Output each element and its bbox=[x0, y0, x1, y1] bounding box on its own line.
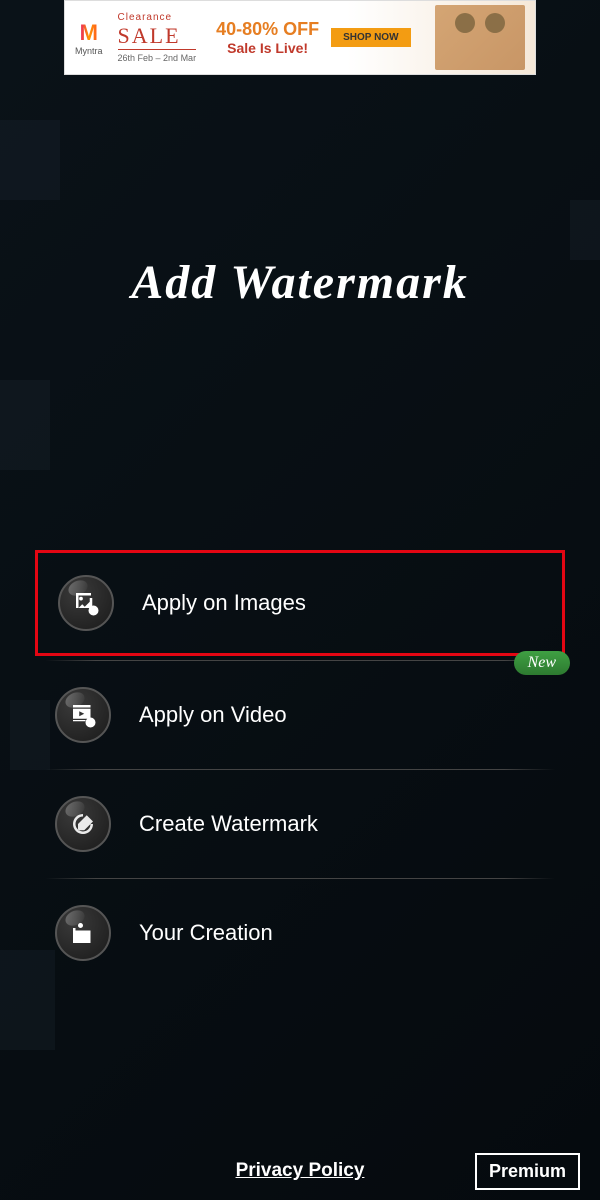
images-check-icon bbox=[58, 575, 114, 631]
app-title: Add Watermark bbox=[20, 255, 580, 310]
watermark-pencil-icon bbox=[55, 796, 111, 852]
ad-brand-logo: M Myntra bbox=[75, 20, 103, 56]
menu-apply-on-video[interactable]: New Apply on Video bbox=[45, 665, 555, 765]
menu-your-creation[interactable]: Your Creation bbox=[45, 883, 555, 983]
menu-item-label: Your Creation bbox=[139, 920, 273, 946]
menu-create-watermark[interactable]: Create Watermark bbox=[45, 774, 555, 874]
privacy-policy-link[interactable]: Privacy Policy bbox=[236, 1160, 365, 1182]
menu-item-label: Apply on Images bbox=[142, 590, 306, 616]
menu-apply-on-images[interactable]: Apply on Images bbox=[35, 550, 565, 656]
divider bbox=[45, 769, 555, 770]
ad-shop-button[interactable]: SHOP NOW bbox=[331, 28, 410, 47]
divider bbox=[45, 878, 555, 879]
video-check-icon bbox=[55, 687, 111, 743]
brand-logo-icon: M bbox=[80, 20, 98, 46]
premium-button[interactable]: Premium bbox=[475, 1153, 580, 1190]
gallery-icon bbox=[55, 905, 111, 961]
new-badge: New bbox=[514, 651, 570, 675]
main-menu: Apply on Images New Apply on Video Creat… bbox=[20, 550, 580, 983]
ad-offer-block: 40-80% OFF Sale Is Live! bbox=[216, 19, 319, 56]
divider bbox=[45, 660, 555, 661]
ad-people-image bbox=[435, 5, 525, 70]
ad-banner[interactable]: M Myntra Clearance SALE 26th Feb – 2nd M… bbox=[64, 0, 536, 75]
ad-sale-block: Clearance SALE 26th Feb – 2nd Mar bbox=[118, 12, 197, 63]
menu-item-label: Create Watermark bbox=[139, 811, 318, 837]
footer: Privacy Policy Premium bbox=[0, 1160, 600, 1182]
menu-item-label: Apply on Video bbox=[139, 702, 287, 728]
